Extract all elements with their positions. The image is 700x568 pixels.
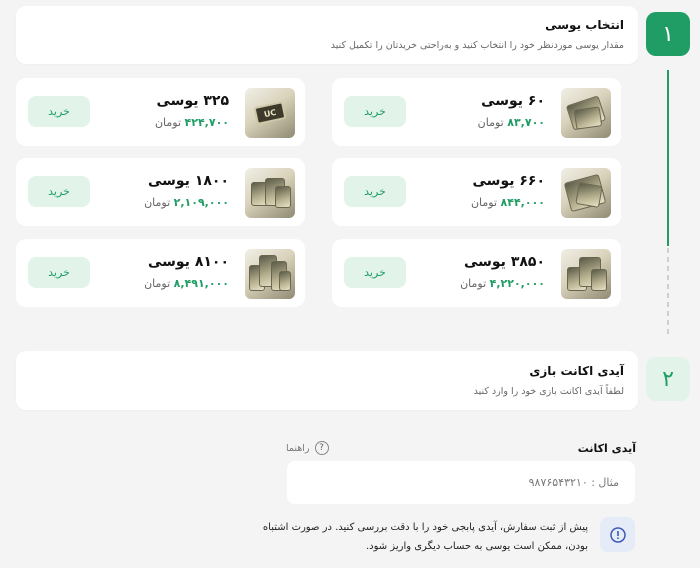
uc-pack-image xyxy=(245,249,295,299)
uc-package-card[interactable]: ۸۱۰۰ یوسی ۸,۴۹۱,۰۰۰ تومان خرید xyxy=(16,239,305,307)
uc-package-card[interactable]: ۶۰ یوسی ۸۳,۷۰۰ تومان خرید xyxy=(332,78,621,146)
step-1-subtitle: مقدار یوسی موردنظر خود را انتخاب کنید و … xyxy=(330,40,624,51)
step-2-badge: ۲ xyxy=(646,357,690,401)
package-amount: ۱۸۰۰ یوسی xyxy=(147,173,229,189)
uc-package-card[interactable]: ۱۸۰۰ یوسی ۲,۱۰۹,۰۰۰ تومان خرید xyxy=(16,158,305,226)
uc-pack-image xyxy=(561,168,611,218)
question-icon: ? xyxy=(314,441,329,455)
step-1-badge: ۱ xyxy=(646,12,690,56)
step-progress-line xyxy=(667,70,669,246)
package-amount: ۳۲۵ یوسی xyxy=(156,93,229,109)
package-price: ۴۲۴,۷۰۰ تومان xyxy=(154,116,229,129)
uc-pack-image xyxy=(561,249,611,299)
buy-button[interactable]: خرید xyxy=(28,176,90,207)
buy-button[interactable]: خرید xyxy=(344,96,406,127)
guide-link[interactable]: ? راهنما xyxy=(286,441,329,455)
step-progress-dashed xyxy=(667,248,669,338)
buy-button[interactable]: خرید xyxy=(28,257,90,288)
guide-label: راهنما xyxy=(286,442,310,454)
package-price: ۸۳,۷۰۰ تومان xyxy=(477,116,545,129)
step-2-subtitle: لطفاً آیدی اکانت بازی خود را وارد کنید xyxy=(473,386,624,397)
package-amount: ۶۰ یوسی xyxy=(481,93,545,109)
package-price: ۴,۲۲۰,۰۰۰ تومان xyxy=(460,277,545,290)
account-id-input[interactable] xyxy=(287,461,635,504)
package-amount: ۳۸۵۰ یوسی xyxy=(463,254,545,270)
package-price: ۲,۱۰۹,۰۰۰ تومان xyxy=(144,196,229,209)
uc-package-card[interactable]: ۳۸۵۰ یوسی ۴,۲۲۰,۰۰۰ تومان خرید xyxy=(332,239,621,307)
buy-button[interactable]: خرید xyxy=(344,176,406,207)
uc-pack-image: UC xyxy=(245,88,295,138)
step-2-header: آیدی اکانت بازی لطفاً آیدی اکانت بازی خو… xyxy=(16,351,638,410)
buy-button[interactable]: خرید xyxy=(28,96,90,127)
uc-package-card[interactable]: ۶۶۰ یوسی ۸۴۴,۰۰۰ تومان خرید xyxy=(332,158,621,226)
account-id-label: آیدی اکانت xyxy=(577,442,636,455)
package-amount: ۸۱۰۰ یوسی xyxy=(147,254,229,270)
uc-package-card[interactable]: UC ۳۲۵ یوسی ۴۲۴,۷۰۰ تومان خرید xyxy=(16,78,305,146)
buy-button[interactable]: خرید xyxy=(344,257,406,288)
uc-pack-image xyxy=(245,168,295,218)
step-1-header: انتخاب یوسی مقدار یوسی موردنظر خود را ان… xyxy=(16,6,638,64)
account-warning-text: پیش از ثبت سفارش، آیدی پابجی خود را با د… xyxy=(262,522,588,552)
package-amount: ۶۶۰ یوسی xyxy=(472,173,545,189)
info-icon xyxy=(600,517,635,552)
package-price: ۸,۴۹۱,۰۰۰ تومان xyxy=(144,277,229,290)
package-price: ۸۴۴,۰۰۰ تومان xyxy=(470,196,545,209)
step-1-title: انتخاب یوسی xyxy=(545,18,624,32)
step-2-title: آیدی اکانت بازی xyxy=(529,364,624,378)
uc-pack-image xyxy=(561,88,611,138)
